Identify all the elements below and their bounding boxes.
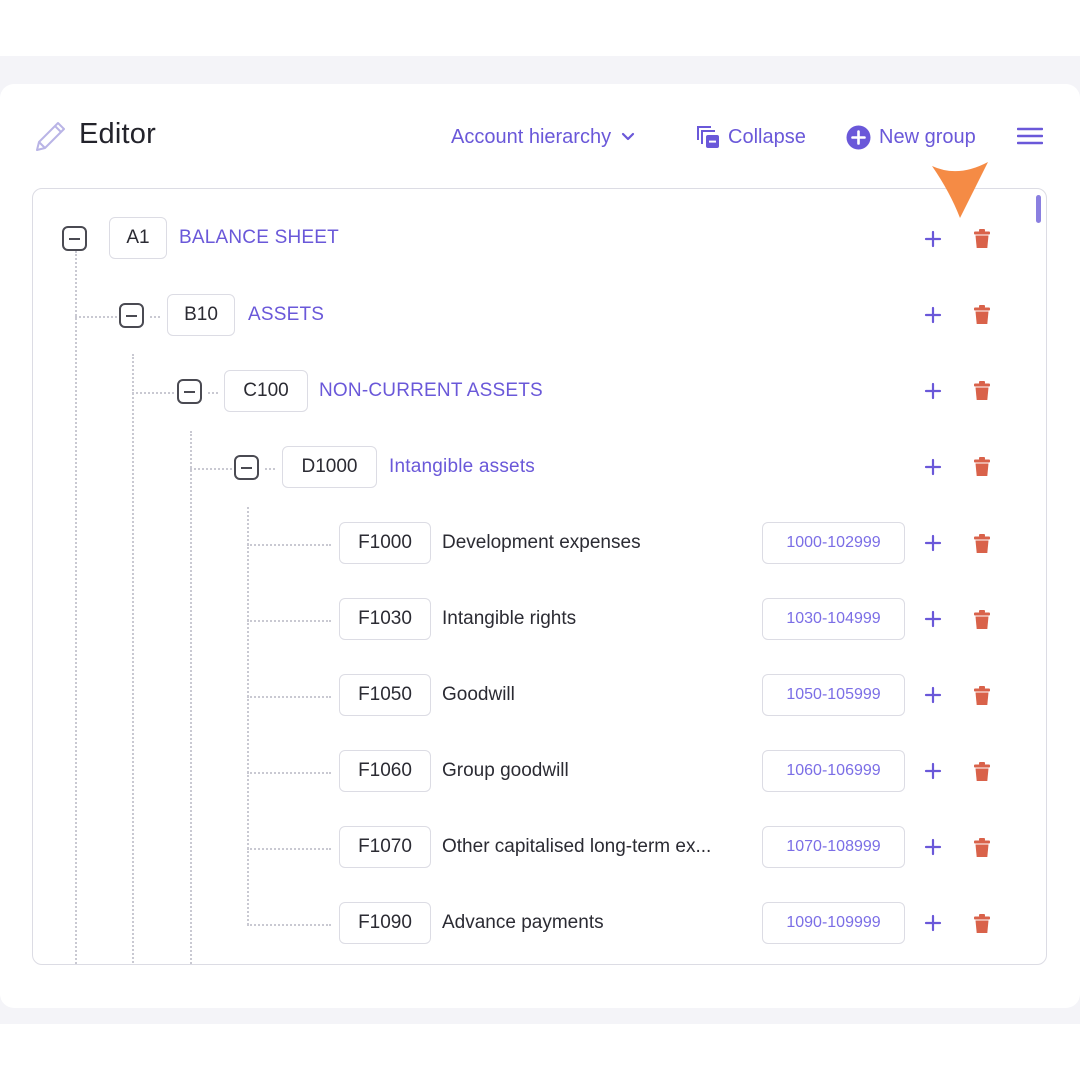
group-code: A1 bbox=[109, 217, 167, 259]
group-label[interactable]: ASSETS bbox=[248, 304, 324, 326]
hamburger-menu-icon[interactable] bbox=[1017, 126, 1043, 146]
pencil-icon bbox=[36, 122, 65, 151]
delete-icon[interactable] bbox=[974, 229, 990, 248]
delete-icon[interactable] bbox=[974, 381, 990, 400]
group-label[interactable]: Intangible assets bbox=[389, 456, 535, 478]
collapse-button[interactable]: Collapse bbox=[696, 124, 806, 150]
account-code: F1060 bbox=[339, 750, 431, 792]
group-label[interactable]: NON-CURRENT ASSETS bbox=[319, 380, 543, 402]
add-child-icon[interactable] bbox=[923, 761, 943, 781]
tree-connector bbox=[247, 772, 331, 774]
group-code: D1000 bbox=[282, 446, 377, 488]
account-range[interactable]: 1050-105999 bbox=[762, 674, 905, 716]
tutorial-pointer-icon bbox=[932, 162, 988, 218]
delete-icon[interactable] bbox=[974, 457, 990, 476]
delete-icon[interactable] bbox=[974, 610, 990, 629]
delete-icon[interactable] bbox=[974, 838, 990, 857]
account-range[interactable]: 1090-109999 bbox=[762, 902, 905, 944]
collapse-toggle-icon[interactable] bbox=[119, 303, 144, 328]
account-range[interactable]: 1030-104999 bbox=[762, 598, 905, 640]
tree-connector bbox=[247, 848, 331, 850]
account-code: F1030 bbox=[339, 598, 431, 640]
account-label[interactable]: Advance payments bbox=[442, 912, 604, 934]
account-range[interactable]: 1000-102999 bbox=[762, 522, 905, 564]
collapse-toggle-icon[interactable] bbox=[234, 455, 259, 480]
group-code: C100 bbox=[224, 370, 308, 412]
tree-connector bbox=[190, 468, 232, 470]
account-label[interactable]: Intangible rights bbox=[442, 608, 576, 630]
plus-circle-icon bbox=[846, 125, 871, 149]
collapse-toggle-icon[interactable] bbox=[62, 226, 87, 251]
delete-icon[interactable] bbox=[974, 686, 990, 705]
add-child-icon[interactable] bbox=[923, 837, 943, 857]
add-child-icon[interactable] bbox=[923, 913, 943, 933]
account-code: F1050 bbox=[339, 674, 431, 716]
new-group-label: New group bbox=[879, 125, 976, 148]
account-label[interactable]: Goodwill bbox=[442, 684, 515, 706]
tree-connector bbox=[247, 620, 331, 622]
tree-connector bbox=[150, 316, 160, 318]
collapse-toggle-icon[interactable] bbox=[177, 379, 202, 404]
tree-connector bbox=[132, 354, 134, 964]
add-child-icon[interactable] bbox=[923, 381, 943, 401]
account-hierarchy-dropdown[interactable]: Account hierarchy bbox=[451, 124, 635, 150]
chevron-down-icon bbox=[621, 132, 635, 141]
collapse-icon bbox=[697, 126, 719, 148]
delete-icon[interactable] bbox=[974, 305, 990, 324]
new-group-button[interactable]: New group bbox=[846, 124, 976, 150]
account-hierarchy-label: Account hierarchy bbox=[451, 125, 612, 148]
tree-connector bbox=[247, 544, 331, 546]
tree-connector bbox=[265, 468, 275, 470]
group-label[interactable]: BALANCE SHEET bbox=[179, 227, 339, 249]
tree-connector bbox=[190, 431, 192, 964]
add-child-icon[interactable] bbox=[923, 533, 943, 553]
account-label[interactable]: Group goodwill bbox=[442, 760, 569, 782]
tree-connector bbox=[208, 392, 218, 394]
add-child-icon[interactable] bbox=[923, 685, 943, 705]
tree-connector bbox=[247, 696, 331, 698]
delete-icon[interactable] bbox=[974, 762, 990, 781]
add-child-icon[interactable] bbox=[923, 457, 943, 477]
add-child-icon[interactable] bbox=[923, 229, 943, 249]
account-code: F1070 bbox=[339, 826, 431, 868]
scrollbar-thumb[interactable] bbox=[1036, 195, 1041, 223]
page-title: Editor bbox=[79, 118, 156, 150]
tree-connector bbox=[132, 392, 174, 394]
account-label[interactable]: Development expenses bbox=[442, 532, 641, 554]
account-label[interactable]: Other capitalised long-term ex... bbox=[442, 836, 711, 858]
account-code: F1090 bbox=[339, 902, 431, 944]
tree-connector bbox=[247, 507, 249, 925]
group-code: B10 bbox=[167, 294, 235, 336]
account-range[interactable]: 1060-106999 bbox=[762, 750, 905, 792]
account-code: F1000 bbox=[339, 522, 431, 564]
tree-connector bbox=[75, 316, 117, 318]
collapse-label: Collapse bbox=[728, 125, 806, 148]
tree-connector bbox=[247, 924, 331, 926]
delete-icon[interactable] bbox=[974, 914, 990, 933]
add-child-icon[interactable] bbox=[923, 609, 943, 629]
add-child-icon[interactable] bbox=[923, 305, 943, 325]
delete-icon[interactable] bbox=[974, 534, 990, 553]
tree-connector bbox=[75, 251, 77, 964]
account-range[interactable]: 1070-108999 bbox=[762, 826, 905, 868]
